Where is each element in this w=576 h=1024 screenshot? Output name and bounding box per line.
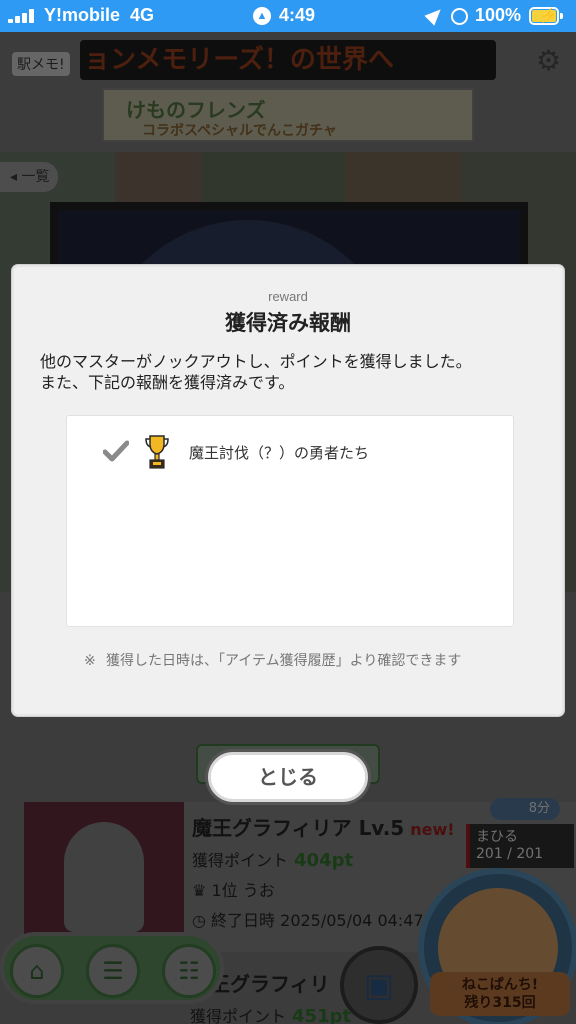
battery-percent: 100% — [475, 5, 522, 25]
reward-item: 魔王討伐（？）の勇者たち — [103, 434, 503, 470]
carrier-name: Y!mobile — [44, 5, 121, 25]
reward-list: 魔王討伐（？）の勇者たち — [66, 415, 514, 627]
location-arrow-icon: ▲ — [253, 7, 271, 25]
battery-icon: ⚡ — [529, 7, 563, 25]
modal-subtitle: reward — [268, 289, 308, 304]
clock: 4:49 — [279, 5, 316, 25]
modal-description: 他のマスターがノックアウトし、ポイントを獲得しました。 また、下記の報酬を獲得済… — [40, 352, 472, 392]
charging-bolt-icon: ⚡ — [539, 7, 557, 23]
signal-strength-icon — [8, 9, 40, 23]
reward-modal: reward 獲得済み報酬 他のマスターがノックアウトし、ポイントを獲得しました… — [12, 265, 564, 716]
note-mark: ※ — [84, 653, 96, 669]
rotation-lock-icon — [451, 8, 468, 25]
modal-title: 獲得済み報酬 — [225, 311, 351, 335]
network-type: 4G — [130, 5, 155, 25]
reward-label: 魔王討伐（？）の勇者たち — [189, 444, 370, 462]
note-text: 獲得した日時は、「アイテム獲得履歴」より確認できます — [106, 653, 462, 669]
modal-note: ※ 獲得した日時は、「アイテム獲得履歴」より確認できます — [84, 651, 504, 672]
status-bar: Y!mobile 4G ▲ 4:49 100% ⚡ — [0, 0, 576, 32]
trophy-icon — [145, 435, 169, 469]
close-button[interactable]: とじる — [208, 752, 368, 802]
navigation-icon — [424, 4, 446, 26]
checkmark-icon — [103, 440, 129, 462]
